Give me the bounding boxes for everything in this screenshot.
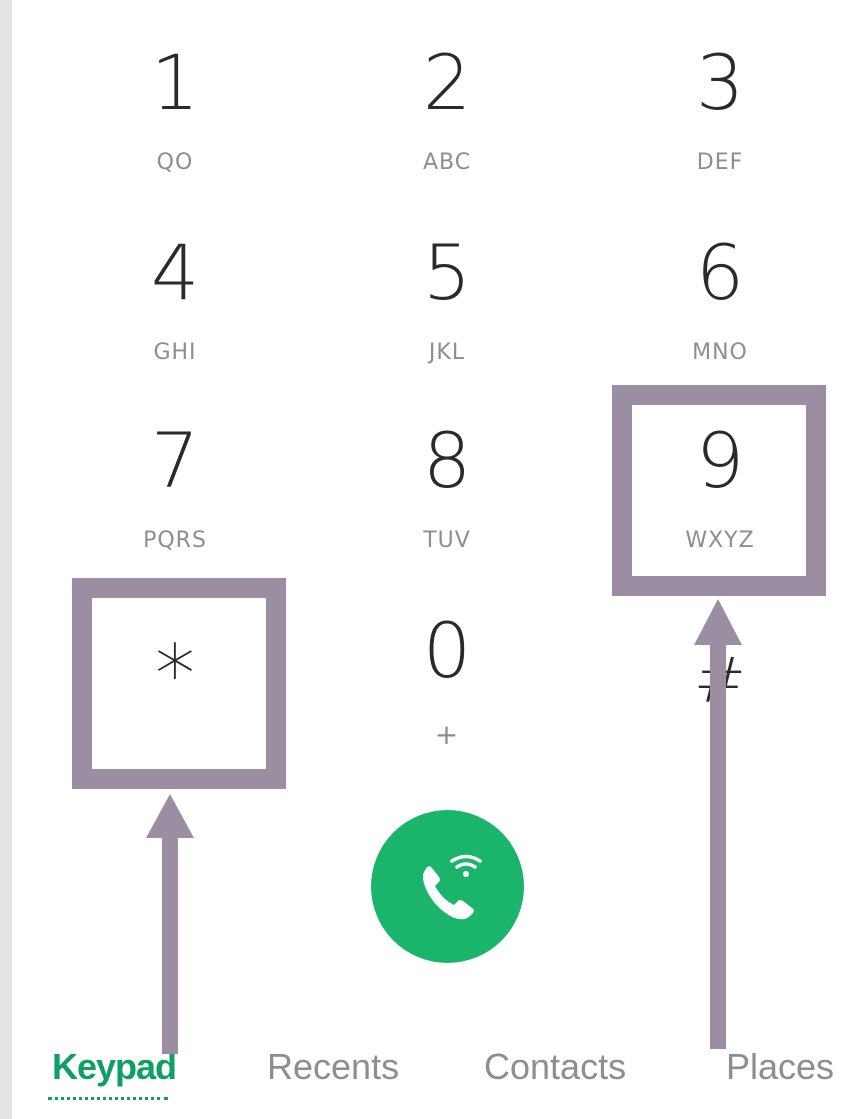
arrow-to-star-key xyxy=(146,794,194,1054)
phone-wifi-icon xyxy=(422,854,482,919)
key-2[interactable]: 2 ABC xyxy=(347,0,547,180)
key-4[interactable]: 4 GHI xyxy=(75,190,275,370)
key-1[interactable]: 1 QO xyxy=(75,0,275,180)
key-digit: 3 xyxy=(695,38,745,127)
key-digit: 2 xyxy=(422,38,472,127)
arrow-to-9-key xyxy=(694,599,742,1049)
tab-recents[interactable]: Recents xyxy=(267,1046,399,1096)
key-digit: 7 xyxy=(150,416,200,505)
key-3[interactable]: 3 DEF xyxy=(620,0,820,180)
key-letters: ABC xyxy=(422,150,472,175)
key-7[interactable]: 7 PQRS xyxy=(75,378,275,558)
key-digit: 4 xyxy=(150,228,200,317)
key-letters: GHI xyxy=(153,340,197,365)
highlight-box-star xyxy=(72,578,286,789)
key-letters: TUV xyxy=(423,528,471,553)
key-5[interactable]: 5 JKL xyxy=(347,190,547,370)
key-letters: MNO xyxy=(692,340,748,365)
key-letters: PQRS xyxy=(143,528,207,553)
key-0[interactable]: 0 + xyxy=(347,568,547,751)
key-digit: 1 xyxy=(150,38,200,127)
tab-contacts[interactable]: Contacts xyxy=(484,1046,626,1096)
key-letters: DEF xyxy=(696,150,744,175)
key-letters: QO xyxy=(156,150,194,175)
key-6[interactable]: 6 MNO xyxy=(620,190,820,370)
key-digit: 0 xyxy=(422,606,472,695)
key-digit: 8 xyxy=(422,416,472,505)
key-digit: 6 xyxy=(695,228,745,317)
active-tab-indicator xyxy=(48,1097,168,1100)
highlight-box-9 xyxy=(612,385,826,596)
key-letters: + xyxy=(434,718,460,751)
key-8[interactable]: 8 TUV xyxy=(347,378,547,558)
call-button[interactable] xyxy=(371,810,524,963)
key-digit: 5 xyxy=(422,228,472,317)
key-letters: JKL xyxy=(428,340,466,365)
